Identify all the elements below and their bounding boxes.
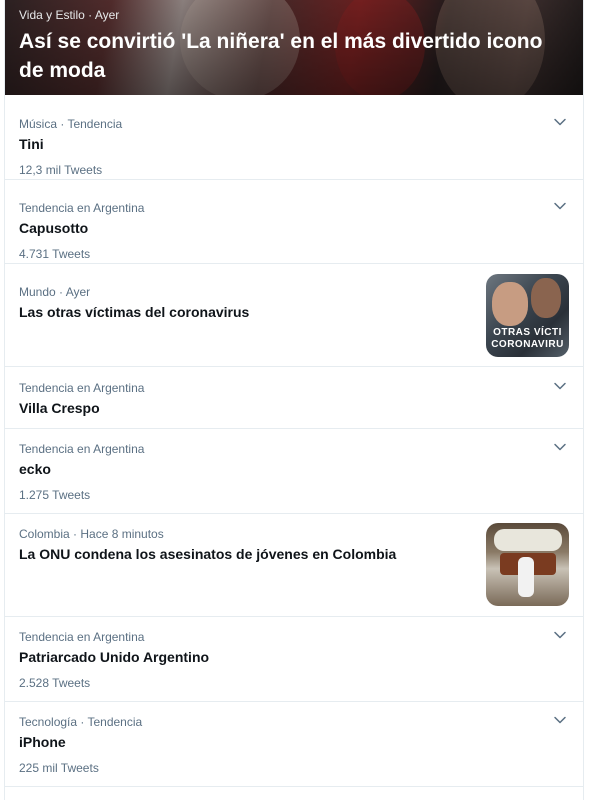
trends-panel: Vida y Estilo · Ayer Así se convirtió 'L… xyxy=(4,0,584,800)
thumbnail-figure xyxy=(492,282,528,326)
trend-tweet-count: 225 mil Tweets xyxy=(19,761,99,775)
trend-name: Capusotto xyxy=(19,220,89,236)
trend-item[interactable]: Tendencia en Argentina ecko 1.275 Tweets xyxy=(5,429,583,514)
featured-story-title: Así se convirtió 'La niñera' en el más d… xyxy=(19,30,543,82)
chevron-down-icon[interactable] xyxy=(553,628,567,642)
trend-name: Villa Crespo xyxy=(19,400,100,416)
chevron-down-icon[interactable] xyxy=(553,379,567,393)
trend-name: Patriarcado Unido Argentino xyxy=(19,649,210,665)
news-item[interactable]: Colombia · Hace 8 minutos La ONU condena… xyxy=(5,514,583,617)
chevron-down-icon[interactable] xyxy=(553,713,567,727)
trend-category: Tendencia en Argentina xyxy=(19,201,145,215)
trend-category: Tendencia en Argentina xyxy=(19,381,145,395)
trend-category: Música · Tendencia xyxy=(19,117,123,131)
trend-category: Tecnología · Tendencia xyxy=(19,715,143,729)
trend-name: iPhone xyxy=(19,734,66,750)
trend-item[interactable]: Tendencia en Argentina Patriarcado Unido… xyxy=(5,617,583,702)
trend-category: Tendencia en Argentina xyxy=(19,442,145,456)
trend-tweet-count: 12,3 mil Tweets xyxy=(19,163,103,177)
trend-tweet-count: 4.731 Tweets xyxy=(19,247,91,261)
trend-item[interactable]: Tecnología · Tendencia iPhone 225 mil Tw… xyxy=(5,702,583,787)
featured-story[interactable]: Vida y Estilo · Ayer Así se convirtió 'L… xyxy=(5,0,583,95)
news-thumbnail[interactable] xyxy=(486,523,569,606)
chevron-down-icon[interactable] xyxy=(553,199,567,213)
chevron-down-icon[interactable] xyxy=(553,440,567,454)
featured-story-meta: Vida y Estilo · Ayer xyxy=(19,8,120,22)
trend-item[interactable]: Música · Tendencia Tini 12,3 mil Tweets xyxy=(5,95,583,180)
trend-name: ecko xyxy=(19,461,51,477)
trend-item[interactable]: Tendencia en Argentina Villa Crespo xyxy=(5,367,583,429)
thumbnail-figure xyxy=(494,529,562,551)
trend-category: Tendencia en Argentina xyxy=(19,630,145,644)
thumbnail-caption-line: CORONAVIRU xyxy=(491,339,564,350)
news-headline: La ONU condena los asesinatos de jóvenes… xyxy=(19,546,397,562)
thumbnail-caption-line: OTRAS VÍCTI xyxy=(493,327,562,338)
thumbnail-caption: OTRAS VÍCTI CORONAVIRU xyxy=(486,327,569,351)
news-item[interactable]: Mundo · Ayer Las otras víctimas del coro… xyxy=(5,264,583,367)
thumbnail-figure xyxy=(531,278,561,318)
trend-tweet-count: 1.275 Tweets xyxy=(19,488,91,502)
trend-name: Tini xyxy=(19,136,44,152)
news-category: Mundo · Ayer xyxy=(19,285,91,299)
news-thumbnail[interactable]: OTRAS VÍCTI CORONAVIRU xyxy=(486,274,569,357)
news-headline: Las otras víctimas del coronavirus xyxy=(19,304,250,320)
trend-item[interactable]: Tendencia en Argentina Capusotto 4.731 T… xyxy=(5,180,583,264)
news-category: Colombia · Hace 8 minutos xyxy=(19,527,164,541)
thumbnail-figure xyxy=(518,557,534,597)
trend-tweet-count: 2.528 Tweets xyxy=(19,676,91,690)
chevron-down-icon[interactable] xyxy=(553,115,567,129)
